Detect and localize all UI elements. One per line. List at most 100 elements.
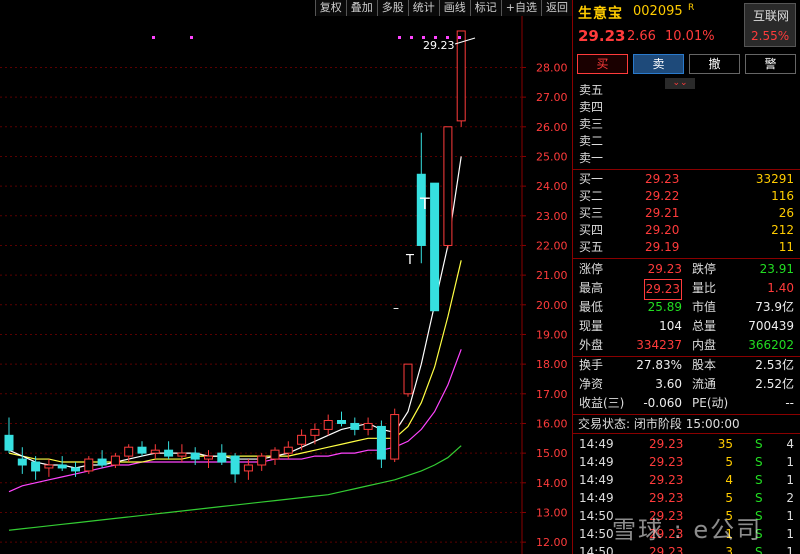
candle-body [243,464,253,472]
tick-count: 1 [786,509,794,523]
turnover-value: 27.83% [636,358,682,372]
candle-body [110,455,120,466]
eps-value: -0.060 [643,396,682,410]
stat-label: 涨停 [579,262,604,276]
tick-row: 14:49 29.23 35 S 4 [573,435,800,453]
net-asset-value: 3.60 [655,377,682,391]
fuquan-button[interactable]: 复权 [314,0,346,16]
price-axis-label: 18.00 [536,358,568,371]
candle-body [337,420,346,424]
tick-volume: 5 [725,491,733,505]
add-watchlist-button[interactable]: +自选 [500,0,541,16]
bid-label: 买四 [579,223,604,237]
stat-label: 股本 [692,358,717,372]
price-axis-label: 24.00 [536,180,568,193]
candle-body [363,422,373,430]
tick-time: 14:49 [579,455,614,469]
tick-count: 1 [786,455,794,469]
candlestick-chart[interactable]: 28.00 27.00 26.00 25.00 24.00 23.00 22.00 21.00… [0,0,572,554]
trade-status-value: 闭市阶段 15:00:00 [633,417,740,431]
ask-label: 卖三 [579,117,604,131]
candle-body [297,434,307,445]
statistics-button[interactable]: 统计 [407,0,439,16]
back-button[interactable]: 返回 [541,0,572,16]
candle-body [17,458,27,466]
bid-price: 29.20 [645,223,680,237]
bid-row: 买四 29.20 212 [573,222,800,239]
stat-label: 最高 [579,281,604,295]
ask-label: 卖四 [579,100,604,114]
mark-button[interactable]: 标记 [469,0,501,16]
pattern-annotation: T [405,253,414,268]
trade-buttons: 买 卖 撤 警 [577,54,799,74]
ask-row: 卖三 [573,116,800,133]
candle-body [283,446,293,454]
price-axis-label: 19.00 [536,328,568,341]
marker-dot [410,36,413,39]
alert-button[interactable]: 警 [745,54,796,74]
candle-body [124,446,134,457]
price-axis-label: 28.00 [536,61,568,74]
pattern-annotation: T [419,194,430,213]
overlay-button[interactable]: 叠加 [345,0,377,16]
multi-stock-button[interactable]: 多股 [376,0,408,16]
bid-levels: 买一 29.23 33291 买二 29.22 116 买三 29.21 26 买四 29.2… [573,171,800,256]
market-cap-value: 73.9亿 [755,300,794,314]
bid-row: 买二 29.22 116 [573,188,800,205]
limit-up-value: 29.23 [647,262,682,276]
bid-row: 买五 29.19 11 [573,239,800,256]
ask-label: 卖二 [579,134,604,148]
high-price-label: 29.23 [423,39,455,52]
price-axis-label: 26.00 [536,121,568,134]
price-percent: 10.01% [665,29,715,44]
stats-row: 换手 27.83% 股本 2.53亿 [573,356,800,375]
candle-body [44,464,54,469]
stats-row: 涨停 29.23 跌停 23.91 [573,260,800,279]
candle-body [97,458,107,466]
candle-body [137,446,147,454]
candle-body [310,428,320,436]
orderbook-separator [573,169,800,170]
stat-label: 外盘 [579,338,604,352]
tick-time: 14:49 [579,491,614,505]
tick-side: S [755,455,763,469]
candle-body [4,434,14,451]
pe-value: -- [785,396,794,410]
sector-box[interactable]: 互联网 2.55% [744,3,796,47]
pattern-annotation: – [393,301,399,315]
bid-label: 买一 [579,172,604,186]
tick-count: 1 [786,545,794,554]
stats-block-2: 换手 27.83% 股本 2.53亿 净资 3.60 流通 2.52亿 收益(三… [573,356,800,413]
cancel-order-button[interactable]: 撤 [689,54,740,74]
buy-button[interactable]: 买 [577,54,628,74]
draw-line-button[interactable]: 画线 [438,0,470,16]
stat-label: 总量 [692,319,717,333]
tick-volume: 5 [725,455,733,469]
tick-price: 29.23 [649,473,684,487]
candle-body [177,452,187,457]
bid-label: 买五 [579,240,604,254]
bid-row: 买三 29.21 26 [573,205,800,222]
stat-label: PE(动) [692,396,729,410]
candle-body [31,461,41,472]
chart-toolbar: 复权 叠加 多股 统计 画线 标记 +自选 返回 [0,0,572,16]
quote-header: 生意宝 002095 R 29.23 2.66 10.01% 互联网 2.55% [573,0,800,50]
marker-dot [458,36,461,39]
candle-body [230,455,240,475]
tick-row: 14:49 29.23 4 S 1 [573,471,800,489]
stock-name: 生意宝 [578,6,623,22]
candle-body [430,182,440,312]
ask-row: 卖一 [573,150,800,167]
candle-body [270,449,280,460]
marker-dot [398,36,401,39]
bid-volume: 11 [778,240,794,254]
price-axis-label: 21.00 [536,269,568,282]
ask-levels: 卖五 卖四 卖三 卖二 卖一 [573,82,800,167]
sell-button[interactable]: 卖 [633,54,684,74]
stat-label: 内盘 [692,338,717,352]
stat-label: 最低 [579,300,604,314]
candle-body [257,455,267,466]
candle-body [443,126,453,246]
stat-label: 收益(三) [579,396,625,410]
tick-count: 4 [786,437,794,451]
